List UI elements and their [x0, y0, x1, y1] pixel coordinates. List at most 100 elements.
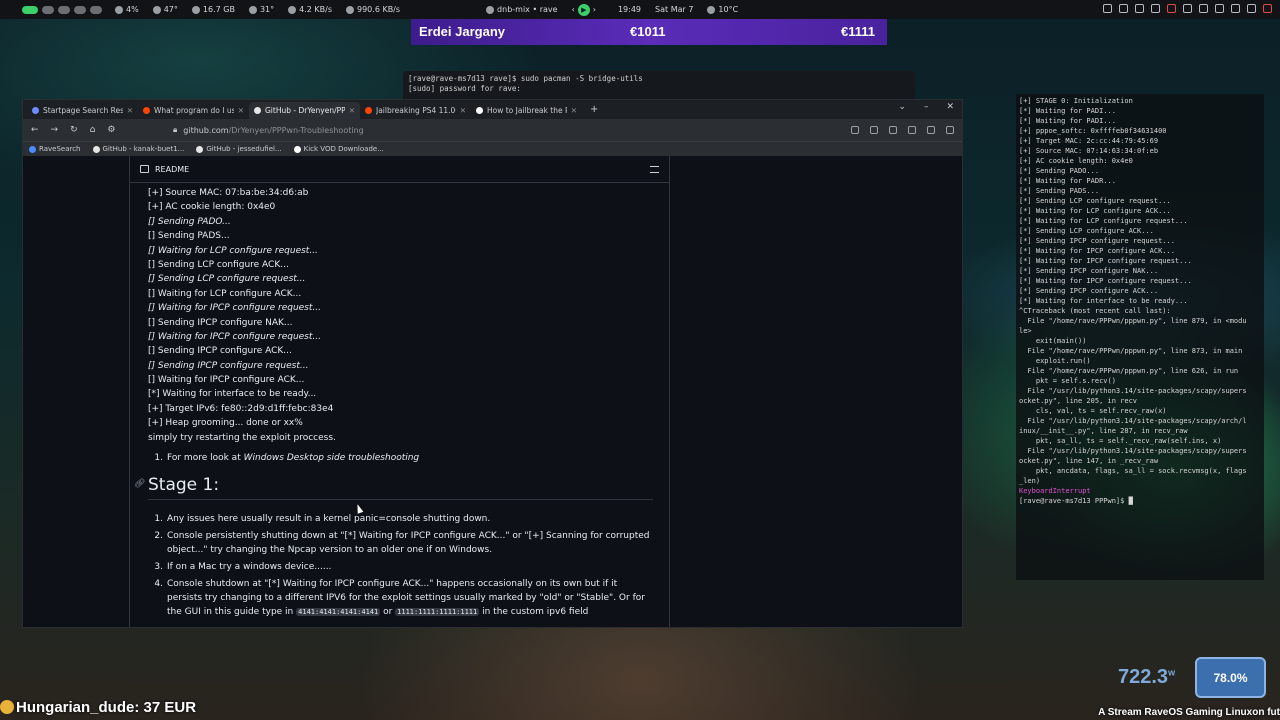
terminal-line: [+] pppoe_softc: 0xffffeb0f34631400 — [1019, 127, 1167, 135]
terminal-line: cls, val, ts = self.recv_raw(x) — [1019, 407, 1167, 415]
troubleshooting-link[interactable]: Windows Desktop side troubleshooting — [244, 453, 420, 463]
media-player[interactable]: dnb-mix • rave — [479, 5, 565, 14]
new-tab-button[interactable]: + — [582, 104, 606, 119]
tray-icon[interactable] — [1215, 4, 1224, 13]
play-pause-button[interactable]: ▶ — [577, 3, 590, 16]
tab-list-icon[interactable]: ⌄ — [898, 102, 906, 112]
tab-favicon — [32, 107, 39, 114]
tray-icon[interactable] — [1183, 4, 1192, 13]
tray-icon[interactable] — [1231, 4, 1240, 13]
terminal-line: [+] Source MAC: 07:14:63:34:0f:eb — [1019, 147, 1159, 155]
list-item: 3. If on a Mac try a windows device...... — [154, 562, 332, 573]
bookmark-kick-vod[interactable]: Kick VOD Downloade... — [293, 145, 384, 153]
terminal-line: [*] Waiting for PADI... — [1019, 117, 1116, 125]
tab-favicon — [254, 107, 261, 114]
toolbar-icons — [851, 126, 954, 134]
lock-icon[interactable]: 🔒︎ — [173, 125, 177, 135]
previous-icon[interactable]: ‹ — [572, 5, 575, 14]
power-icon[interactable] — [1263, 4, 1272, 13]
tray-icon[interactable] — [1167, 4, 1176, 13]
terminal-line: File "/home/rave/PPPwn/pppwn.py", line 8… — [1019, 317, 1247, 325]
workspace-switcher[interactable] — [0, 5, 108, 14]
music-icon — [486, 5, 495, 14]
log-line: [+] Source MAC: 07:ba:be:34:d6:ab — [148, 188, 309, 198]
tab-favicon — [365, 107, 372, 114]
exploit-terminal[interactable]: [+] STAGE 0: Initialization [*] Waiting f… — [1016, 94, 1264, 580]
workspace-3[interactable] — [58, 5, 70, 14]
stage-heading: 🔗︎ Stage 1: — [134, 475, 653, 501]
stage-list: 1. Any issues here usually result in a ke… — [148, 512, 653, 619]
coin-icon — [0, 700, 14, 714]
browser-tab[interactable]: Jailbreaking PS4 11.00 f ✕ — [360, 102, 471, 119]
workspace-5[interactable] — [90, 5, 102, 14]
terminal-line: [*] Sending IPCP configure request... — [1019, 237, 1175, 245]
workspace-2[interactable] — [42, 5, 54, 14]
terminal-line: File "/usr/lib/python3.14/site-packages/… — [1019, 417, 1247, 425]
tab-bar: Startpage Search Resul ✕ What program do I… — [23, 100, 962, 119]
terminal-line: File "/usr/lib/python3.14/site-packages/… — [1019, 387, 1247, 395]
terminal-line: [+] STAGE 0: Initialization — [1019, 97, 1133, 105]
browser-tab[interactable]: GitHub - DrYenyen/PPPw ✕ — [249, 102, 360, 119]
tray-icon[interactable] — [1247, 4, 1256, 13]
minimize-icon[interactable]: – — [924, 102, 929, 112]
extensions-icon[interactable]: ⚙ — [107, 125, 115, 135]
tab-label: Jailbreaking PS4 11.00 f — [376, 106, 456, 115]
bookmark-ravesearch[interactable]: RaveSearch — [29, 145, 81, 153]
log-line: [] Waiting for IPCP configure ACK... — [148, 375, 305, 386]
terminal-line: exit(main()) — [1019, 337, 1087, 345]
tray-icon[interactable] — [1135, 4, 1144, 13]
terminal-line: [*] Sending IPCP configure ACK... — [1019, 287, 1159, 295]
link-icon[interactable]: 🔗︎ — [134, 479, 145, 489]
browser-tab[interactable]: How to Jailbreak the PS ✕ — [471, 102, 582, 119]
tray-icon[interactable] — [1103, 4, 1112, 13]
tray-icon[interactable] — [1119, 4, 1128, 13]
addon-icon[interactable] — [927, 126, 935, 134]
github-icon — [92, 145, 100, 153]
close-tab-icon[interactable]: ✕ — [571, 106, 577, 115]
menu-icon[interactable] — [946, 126, 954, 134]
close-tab-icon[interactable]: ✕ — [127, 106, 133, 115]
extension-icon[interactable] — [908, 126, 916, 134]
close-tab-icon[interactable]: ✕ — [460, 106, 466, 115]
terminal-line: File "/home/rave/PPPwn/pppwn.py", line 8… — [1019, 347, 1243, 355]
bookmark-github-jesse[interactable]: GitHub - jessedufiel... — [196, 145, 282, 153]
browser-tab[interactable]: Startpage Search Resul ✕ — [27, 102, 138, 119]
browser-tab[interactable]: What program do I use t ✕ — [138, 102, 249, 119]
reload-icon[interactable]: ↻ — [70, 125, 78, 135]
log-line: [+] AC cookie length: 0x4e0 — [148, 202, 276, 213]
home-icon[interactable]: ⌂ — [90, 125, 96, 135]
address-bar[interactable]: 🔒︎ github.com/DrYenyen/PPPwn-Troubleshoo… — [173, 121, 833, 139]
table-of-contents-icon[interactable] — [650, 166, 659, 173]
list-item: 1. For more look at Windows Desktop side… — [154, 453, 420, 464]
terminal-line: [*] Waiting for IPCP configure request..… — [1019, 277, 1192, 285]
log-output: [+] Source MAC: 07:ba:be:34:d6:ab [+] AC … — [148, 186, 653, 445]
workspace-4[interactable] — [74, 5, 86, 14]
tab-label: GitHub - DrYenyen/PPPw — [265, 106, 345, 115]
cpu-icon — [115, 5, 123, 14]
download-icon[interactable] — [851, 126, 859, 134]
memory-icon — [191, 5, 200, 14]
net-down: 4.2 KB/s — [281, 5, 339, 14]
close-tab-icon[interactable]: ✕ — [349, 106, 355, 115]
forward-icon[interactable]: → — [51, 125, 59, 135]
list-item: 1. Any issues here usually result in a ke… — [154, 514, 491, 525]
library-icon[interactable] — [870, 126, 878, 134]
tray-icon[interactable] — [1199, 4, 1208, 13]
bookmarks-bar: RaveSearch GitHub - kanak-buet1... GitHu… — [23, 141, 962, 156]
close-tab-icon[interactable]: ✕ — [238, 106, 244, 115]
tray-icon[interactable] — [1151, 4, 1160, 13]
terminal-line: pkt, sa_ll, ts = self._recv_raw(self.ins… — [1019, 437, 1222, 445]
next-icon[interactable]: › — [593, 5, 596, 14]
bookmark-favicon — [29, 145, 36, 153]
workspace-1[interactable] — [22, 5, 38, 14]
log-line: [] Sending PADS... — [148, 231, 230, 242]
account-icon[interactable] — [889, 126, 897, 134]
weather: 10°C — [700, 5, 745, 14]
bookmark-github-kanak[interactable]: GitHub - kanak-buet1... — [92, 145, 184, 153]
media-controls[interactable]: ‹ ▶ › — [565, 3, 603, 16]
terminal-line: File "/usr/lib/python3.14/site-packages/… — [1019, 447, 1247, 455]
terminal-line: [*] Sending LCP configure ACK... — [1019, 227, 1154, 235]
back-icon[interactable]: ← — [31, 125, 39, 135]
close-icon[interactable]: ✕ — [946, 102, 954, 112]
clock-date: Sat Mar 7 — [655, 5, 694, 14]
